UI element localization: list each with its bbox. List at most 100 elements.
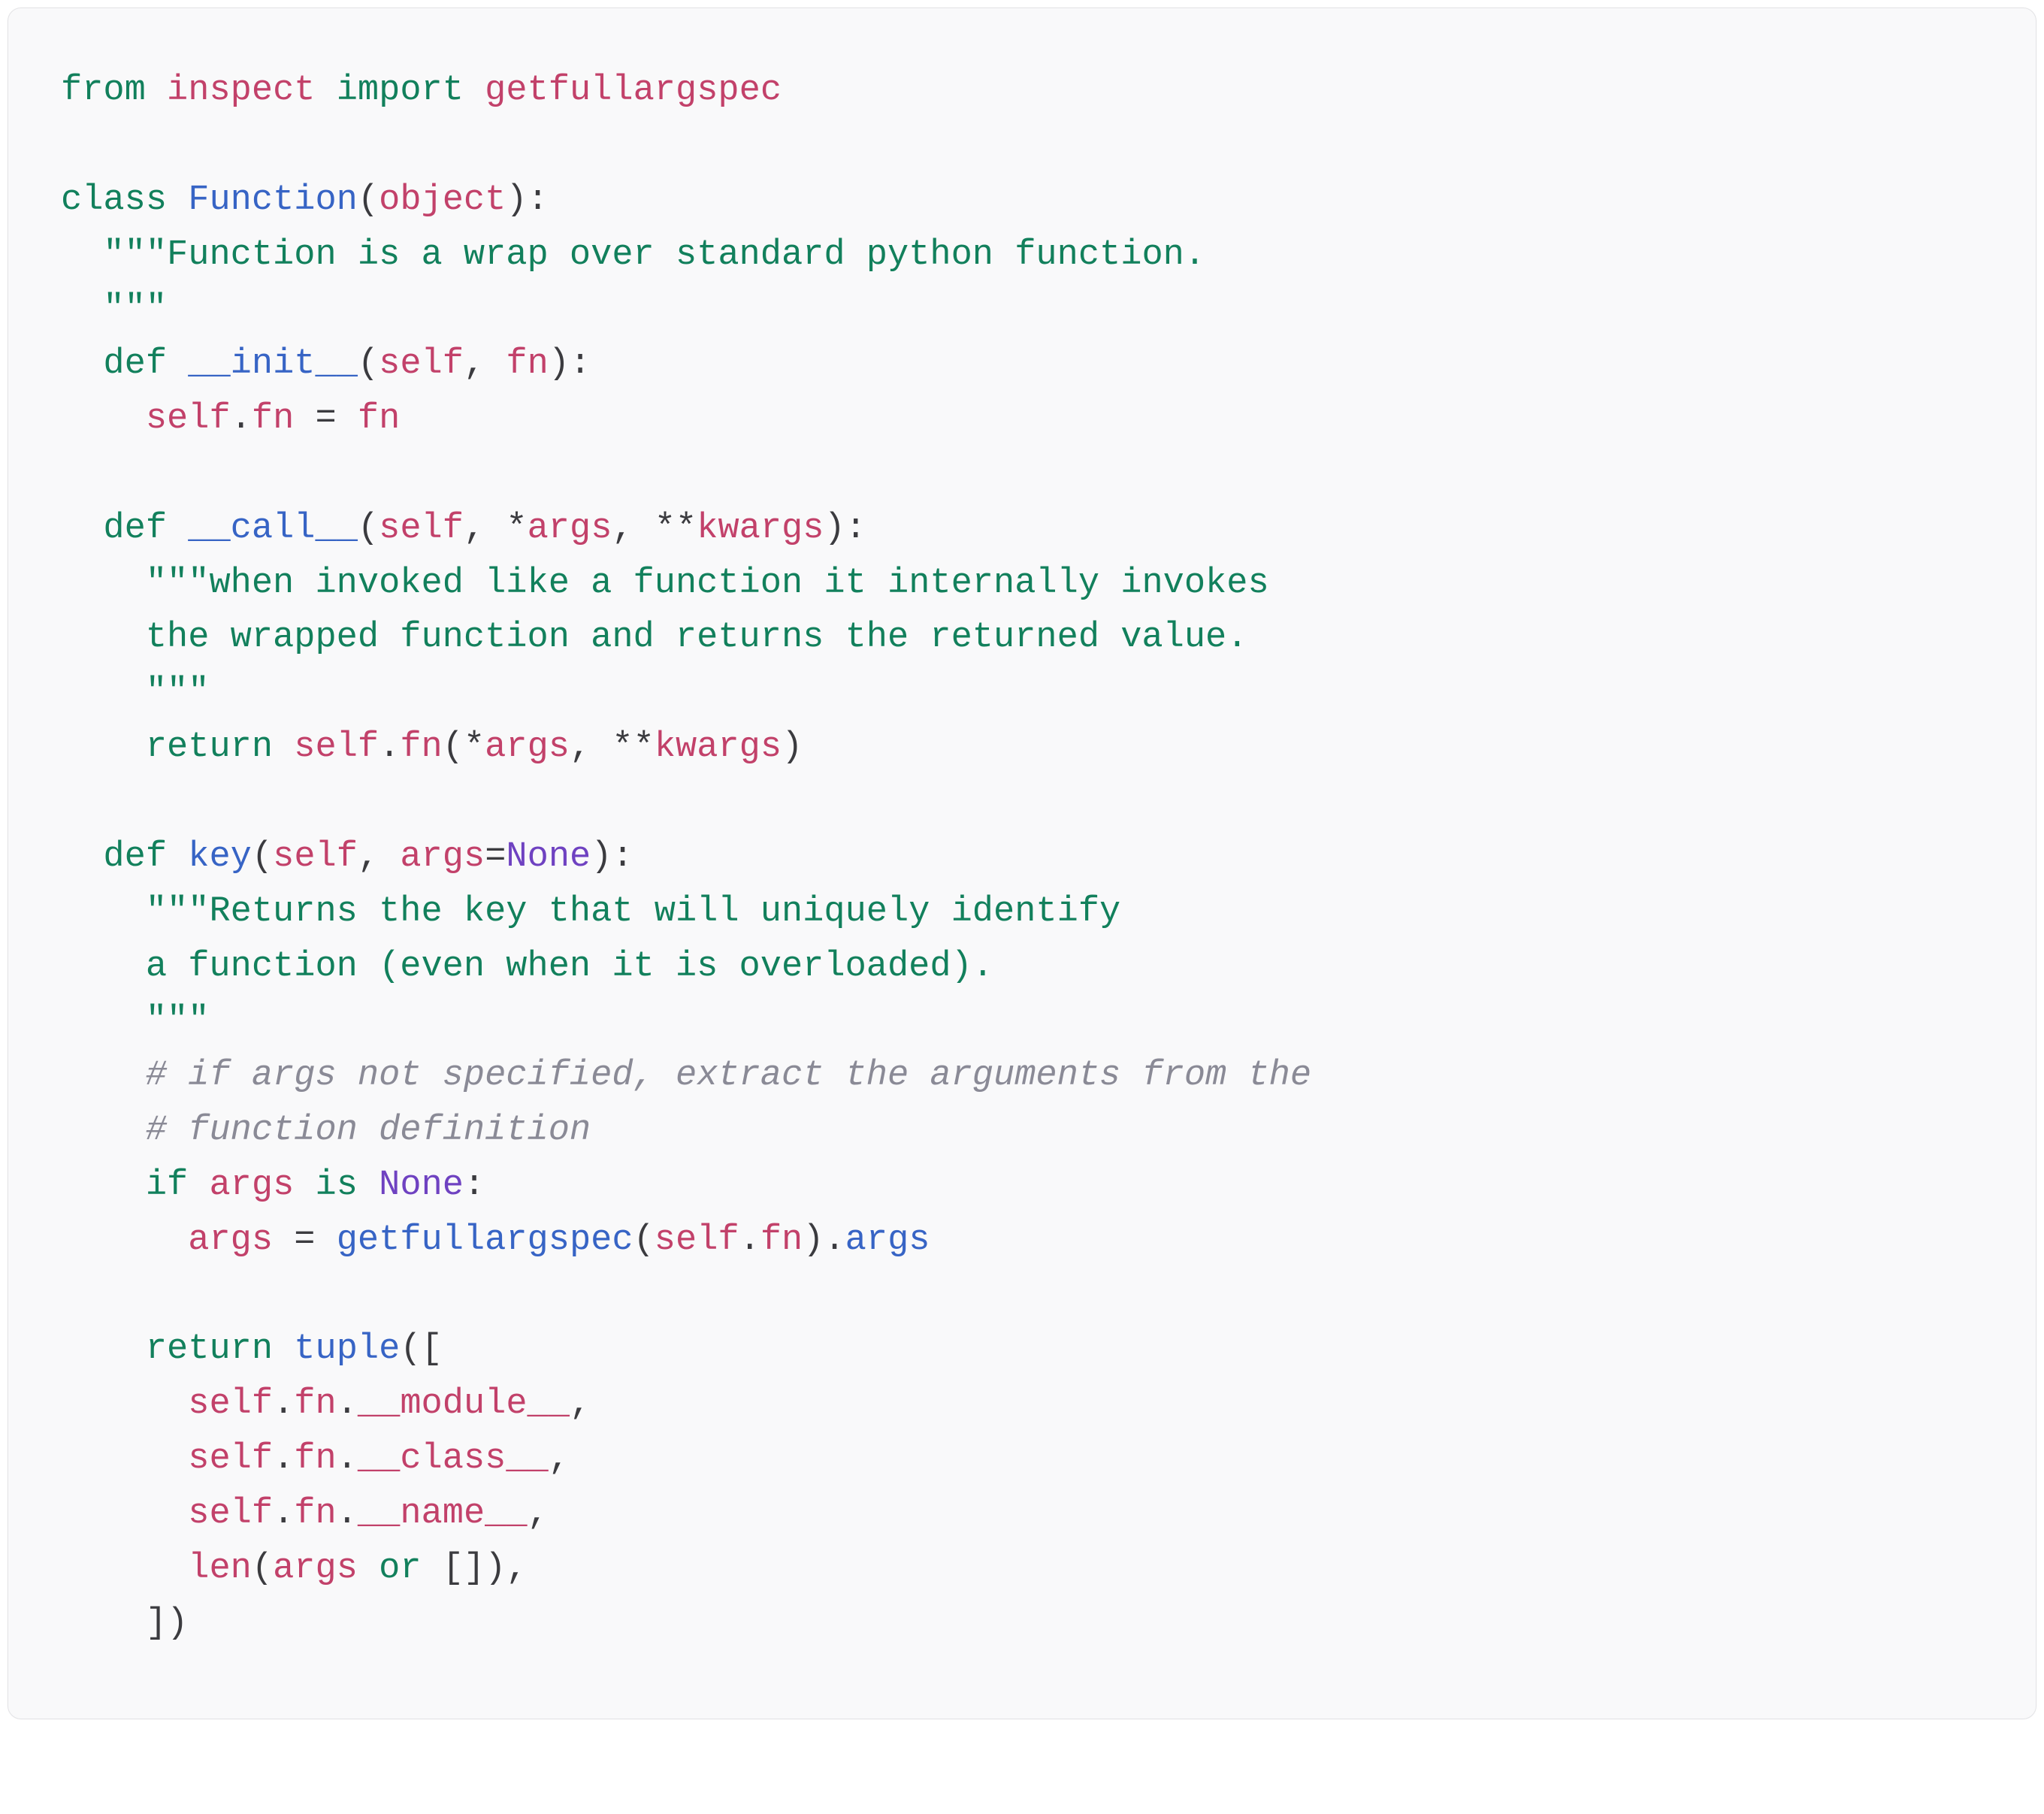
code-token-txt: [464, 71, 485, 110]
code-token-txt: [61, 1111, 146, 1150]
code-token-txt: ):: [549, 344, 591, 384]
code-token-txt: , **: [612, 509, 697, 549]
code-token-kw: if: [146, 1165, 188, 1205]
code-token-txt: (: [252, 837, 273, 877]
code-token-txt: [358, 1165, 379, 1205]
code-token-fn: tuple: [294, 1329, 400, 1369]
code-token-txt: .: [273, 1494, 294, 1534]
code-token-txt: .: [231, 399, 252, 439]
code-token-txt: [61, 1165, 146, 1205]
code-token-mod: object: [379, 180, 506, 220]
code-token-mod: self: [379, 509, 464, 549]
code-token-kw: def: [103, 509, 167, 549]
code-token-txt: , *: [464, 509, 528, 549]
code-token-txt: =: [485, 837, 506, 877]
code-token-mod: inspect: [167, 71, 315, 110]
code-token-cmt: # if args not specified, extract the arg…: [146, 1056, 1311, 1096]
code-token-txt: ,: [570, 1384, 591, 1424]
code-token-txt: .: [337, 1494, 358, 1534]
code-token-txt: [61, 1056, 146, 1096]
code-token-kw: return: [146, 727, 273, 767]
code-token-txt: [61, 1329, 146, 1369]
code-token-str: """Function is a wrap over standard pyth…: [103, 235, 1205, 275]
code-token-txt: , **: [570, 727, 655, 767]
code-token-none: None: [506, 837, 591, 877]
code-token-txt: .: [273, 1439, 294, 1479]
code-token-mod: self: [273, 837, 358, 877]
code-token-mod: self: [379, 344, 464, 384]
code-token-mod: fn: [252, 399, 294, 439]
code-token-kw: def: [103, 837, 167, 877]
code-token-txt: .: [273, 1384, 294, 1424]
code-token-mod: fn: [294, 1439, 336, 1479]
code-token-txt: [167, 837, 188, 877]
code-token-mod: self: [146, 399, 231, 439]
code-token-txt: [61, 1220, 188, 1260]
code-token-mod: fn: [294, 1384, 336, 1424]
code-token-txt: [273, 727, 294, 767]
code-token-cmt: # function definition: [146, 1111, 591, 1150]
code-token-mod: args: [209, 1165, 294, 1205]
code-token-mod: self: [655, 1220, 739, 1260]
code-token-txt: ).: [803, 1220, 845, 1260]
code-token-mod: __name__: [358, 1494, 528, 1534]
code-token-txt: [61, 564, 146, 603]
code-token-mod: fn: [760, 1220, 803, 1260]
code-token-txt: (: [252, 1549, 273, 1589]
code-token-txt: [61, 727, 146, 767]
code-token-txt: [188, 1165, 209, 1205]
code-token-txt: [358, 1549, 379, 1589]
code-token-fn: key: [188, 837, 252, 877]
code-token-kw: or: [379, 1549, 421, 1589]
code-token-txt: [61, 1384, 188, 1424]
code-token-txt: ,: [464, 344, 506, 384]
code-token-txt: []),: [422, 1549, 528, 1589]
code-token-mod: args: [485, 727, 570, 767]
code-token-str: """: [61, 289, 167, 329]
code-token-txt: [61, 1549, 188, 1589]
code-token-mod: getfullargspec: [485, 71, 782, 110]
code-token-mod: args: [273, 1549, 358, 1589]
code-token-kw: is: [316, 1165, 358, 1205]
code-token-mod: __module__: [358, 1384, 570, 1424]
code-token-txt: =: [294, 399, 358, 439]
code-token-txt: [146, 71, 167, 110]
code-content: from inspect import getfullargspec class…: [61, 71, 1311, 1643]
code-token-txt: [61, 1494, 188, 1534]
code-token-txt: ,: [549, 1439, 570, 1479]
code-token-mod: fn: [358, 399, 400, 439]
code-token-txt: .: [379, 727, 400, 767]
code-token-str: """Returns the key that will uniquely id…: [146, 892, 1120, 932]
code-token-none: None: [379, 1165, 464, 1205]
code-token-txt: ): [782, 727, 803, 767]
code-token-kw: import: [337, 71, 464, 110]
code-token-kw: def: [103, 344, 167, 384]
code-token-mod: args: [528, 509, 612, 549]
code-token-txt: =: [273, 1220, 337, 1260]
code-token-txt: .: [337, 1384, 358, 1424]
code-token-txt: ([: [400, 1329, 442, 1369]
code-token-mod: fn: [294, 1494, 336, 1534]
code-token-txt: (*: [443, 727, 485, 767]
code-token-txt: [167, 344, 188, 384]
code-token-txt: .: [337, 1439, 358, 1479]
code-token-txt: (: [358, 180, 379, 220]
code-token-str: a function (even when it is overloaded).: [61, 947, 993, 987]
code-token-mod: fn: [400, 727, 442, 767]
code-token-mod: __class__: [358, 1439, 549, 1479]
code-token-txt: [61, 837, 103, 877]
code-token-txt: (: [358, 509, 379, 549]
code-token-str: """when invoked like a function it inter…: [146, 564, 1269, 603]
code-token-mod: kwargs: [697, 509, 824, 549]
code-token-fn: getfullargspec: [337, 1220, 633, 1260]
code-token-mod: args: [400, 837, 485, 877]
code-token-str: the wrapped function and returns the ret…: [61, 618, 1247, 658]
code-token-txt: [61, 509, 103, 549]
code-token-kw: return: [146, 1329, 273, 1369]
code-token-str: """: [61, 673, 209, 712]
code-token-txt: [294, 1165, 315, 1205]
code-token-txt: [273, 1329, 294, 1369]
code-token-txt: ):: [591, 837, 633, 877]
code-token-txt: ):: [824, 509, 866, 549]
code-token-mod: self: [188, 1384, 273, 1424]
